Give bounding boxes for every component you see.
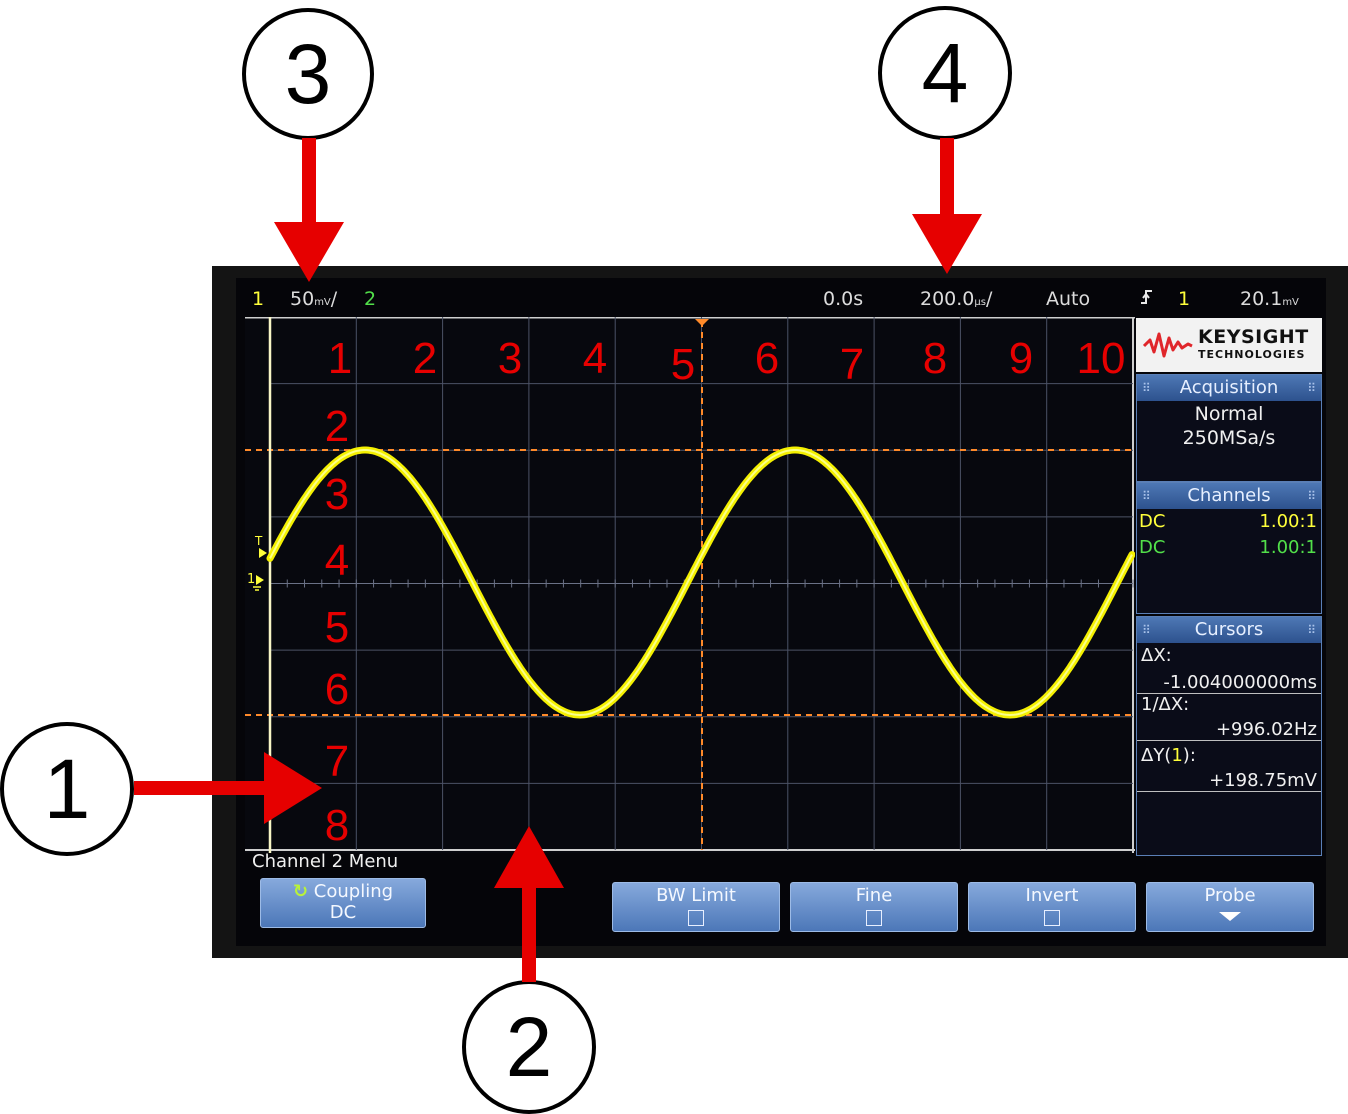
column-label-8: 8 (923, 334, 947, 383)
column-label-9: 9 (1009, 334, 1033, 383)
acquisition-mode: Normal (1194, 403, 1264, 425)
volts-per-div[interactable]: 50mV/ (290, 288, 337, 310)
channel2-indicator[interactable]: 2 (364, 288, 376, 310)
cursors-title: Cursors (1194, 619, 1264, 640)
bw-limit-softkey[interactable]: BW Limit (612, 882, 780, 932)
invert-softkey[interactable]: Invert (968, 882, 1136, 932)
trigger-marker-text: T (254, 534, 263, 548)
down-arrow-icon (1219, 912, 1241, 921)
bw-limit-checkbox[interactable] (688, 910, 704, 926)
arrow-4-head (912, 214, 982, 274)
row-label-3: 3 (325, 470, 349, 519)
trigger-level[interactable]: 20.1mV (1240, 288, 1299, 310)
menu-title: Channel 2 Menu (252, 851, 399, 872)
fine-checkbox[interactable] (866, 910, 882, 926)
logo-sub: TECHNOLOGIES (1198, 348, 1306, 361)
cursor-dx-label: ΔX: (1141, 645, 1172, 666)
cursor-dy-value: +198.75mV (1137, 770, 1321, 792)
column-label-6: 6 (755, 334, 779, 383)
trigger-level-value: 20.1 (1240, 288, 1283, 310)
cursors-header: ⠿ Cursors ⠿ (1137, 617, 1321, 643)
cursors-panel[interactable]: ⠿ Cursors ⠿ ΔX: -1.004000000ms 1/ΔX: +996.… (1136, 616, 1322, 856)
logo-brand: KEYSIGHT (1198, 326, 1309, 348)
side-panel: KEYSIGHT TECHNOLOGIES ⠿ Acquisition ⠿ Norm… (1136, 318, 1322, 856)
channel2-coupling: DC (1139, 537, 1166, 558)
volts-per-div-value: 50 (290, 288, 315, 310)
fine-softkey[interactable]: Fine (790, 882, 958, 932)
row-label-4: 4 (325, 536, 349, 585)
keysight-logo: KEYSIGHT TECHNOLOGIES (1136, 318, 1322, 372)
channel1-row: DC 1.00:1 (1137, 509, 1321, 535)
acquisition-title: Acquisition (1179, 377, 1279, 398)
arrow-1-shaft (134, 781, 274, 795)
callout-4: 4 (878, 6, 1012, 140)
coupling-label-line: ↻ Coupling (261, 881, 425, 902)
channel1-probe: 1.00:1 (1259, 511, 1317, 532)
volts-per-div-suffix: / (330, 288, 338, 310)
row-labels: 2 3 4 5 6 7 8 (325, 402, 349, 850)
callout-1: 1 (0, 722, 134, 856)
column-label-1: 1 (328, 334, 352, 383)
channel1-coupling: DC (1139, 511, 1166, 532)
graticule: 1 2 3 4 5 6 7 8 9 10 2 3 4 5 6 7 8 T 1 (245, 317, 1135, 853)
invert-label: Invert (1025, 885, 1079, 906)
time-per-div[interactable]: 200.0µs/ (920, 288, 992, 310)
rotate-arrow-icon: ↻ (292, 881, 309, 902)
rising-edge-icon (1140, 288, 1154, 311)
time-delay[interactable]: 0.0s (823, 288, 863, 310)
row-label-6: 6 (325, 665, 349, 714)
probe-softkey[interactable]: Probe (1146, 882, 1314, 932)
cursor-dy-channel: 1 (1171, 745, 1183, 766)
invert-checkbox[interactable] (1044, 910, 1060, 926)
channels-panel[interactable]: ⠿ Channels ⠿ DC 1.00:1 DC 1.00:1 (1136, 482, 1322, 614)
channel2-probe: 1.00:1 (1259, 537, 1317, 558)
column-label-10: 10 (1077, 334, 1126, 383)
cursor-dy-label: ΔY(1): (1137, 745, 1321, 766)
channels-title: Channels (1187, 485, 1271, 506)
acquisition-header: ⠿ Acquisition ⠿ (1137, 375, 1321, 401)
trigger-source[interactable]: 1 (1178, 288, 1190, 310)
fine-label: Fine (855, 885, 893, 906)
probe-label: Probe (1204, 885, 1256, 906)
arrow-3-head (274, 222, 344, 282)
acquisition-rate: 250MSa/s (1182, 427, 1276, 449)
column-label-4: 4 (583, 334, 607, 383)
time-per-div-suffix: / (985, 288, 993, 310)
acquisition-panel[interactable]: ⠿ Acquisition ⠿ Normal 250MSa/s (1136, 374, 1322, 482)
column-label-5: 5 (671, 340, 695, 389)
row-label-7: 7 (325, 737, 349, 786)
channel1-ground-text: 1 (247, 572, 255, 587)
coupling-value: DC (329, 902, 357, 923)
channels-header: ⠿ Channels ⠿ (1137, 483, 1321, 509)
time-unit-glyph: µs (974, 297, 986, 308)
bw-limit-label: BW Limit (656, 885, 736, 906)
arrow-2-shaft (522, 880, 536, 982)
row-label-5: 5 (325, 603, 349, 652)
row-label-2: 2 (325, 402, 349, 451)
volts-unit-glyph: mV (314, 297, 331, 308)
cursor-inv-dx-value: +996.02Hz (1137, 719, 1321, 741)
cursor-dy-suffix: ): (1182, 745, 1196, 766)
arrow-2-head (494, 826, 564, 888)
column-label-7: 7 (840, 340, 864, 389)
cursor-dx-value: -1.004000000ms (1137, 672, 1321, 694)
arrow-1-head (264, 752, 322, 824)
cursor-dy-prefix: ΔY( (1141, 745, 1172, 766)
waveform-logo-icon (1142, 332, 1193, 358)
callout-3: 3 (242, 8, 374, 140)
coupling-label: Coupling (313, 881, 394, 902)
trigger-mode[interactable]: Auto (1046, 288, 1090, 310)
column-label-3: 3 (498, 334, 522, 383)
row-label-8: 8 (325, 801, 349, 850)
trigger-level-unit: mV (1282, 297, 1299, 308)
channel2-row: DC 1.00:1 (1137, 535, 1321, 561)
coupling-softkey[interactable]: ↻ Coupling DC (260, 878, 426, 928)
cursor-inv-dx-label: 1/ΔX: (1141, 694, 1190, 715)
callout-2: 2 (462, 980, 596, 1114)
time-per-div-value: 200.0 (920, 288, 975, 310)
channel1-indicator[interactable]: 1 (252, 288, 264, 310)
column-label-2: 2 (413, 334, 437, 383)
